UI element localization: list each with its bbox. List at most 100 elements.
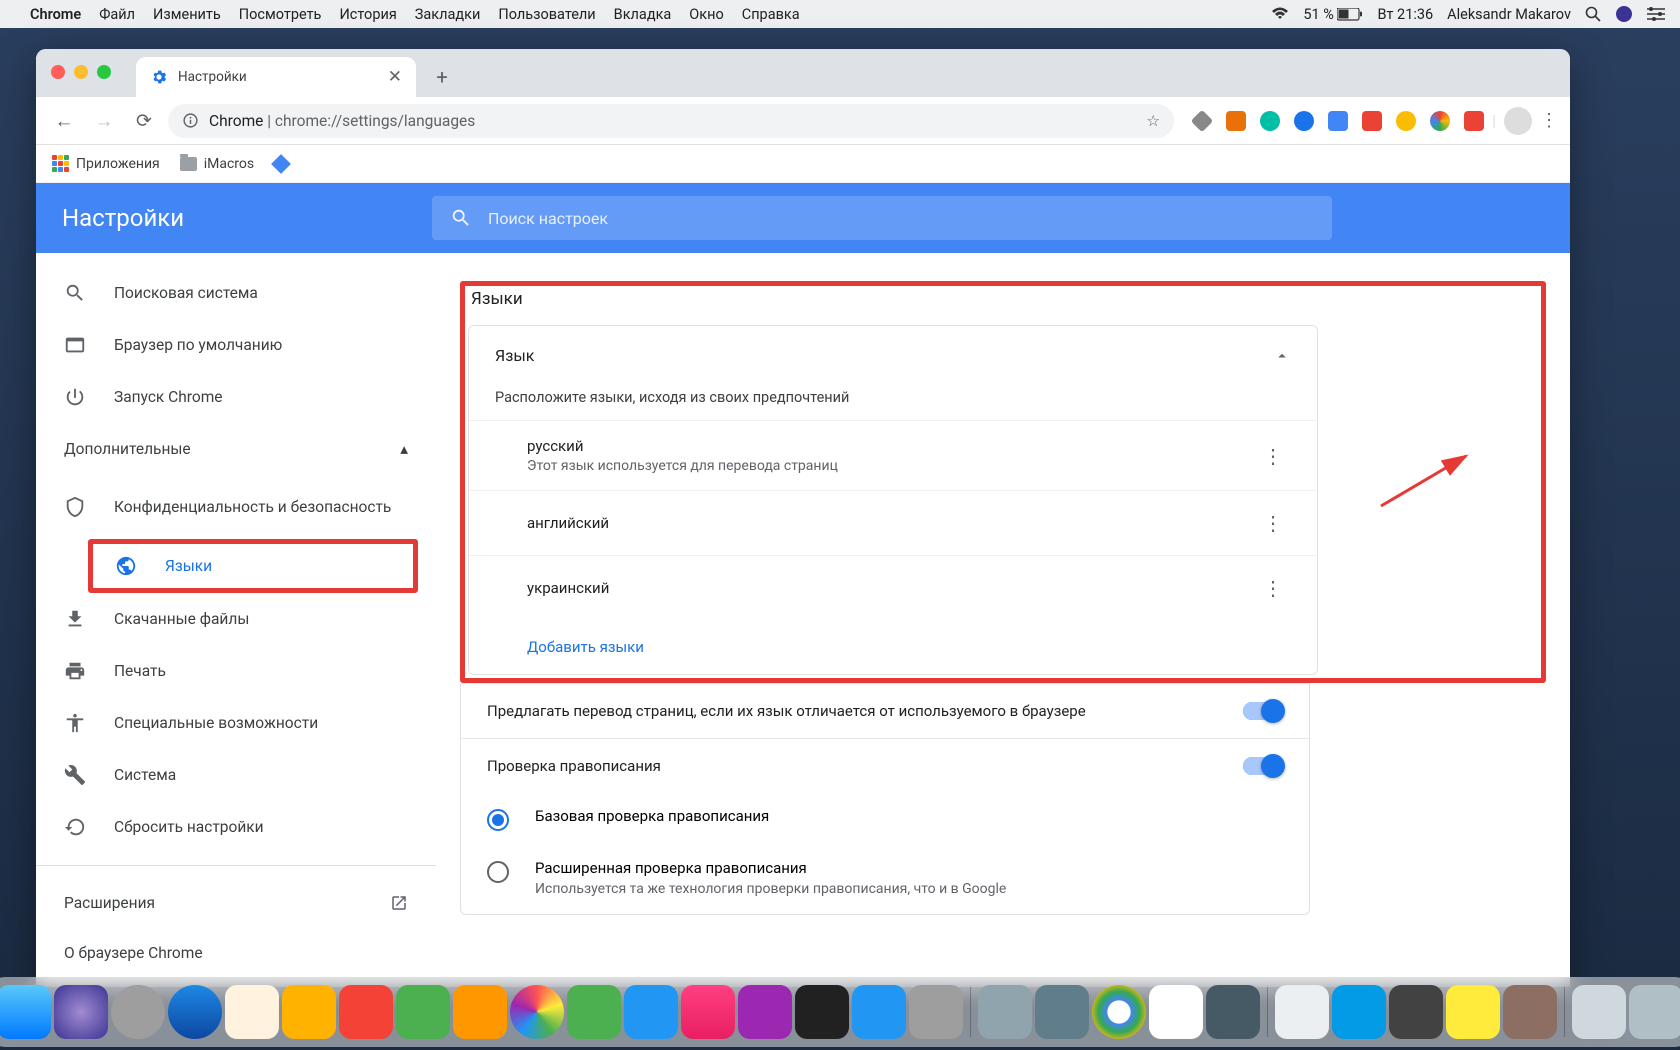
apps-shortcut[interactable]: Приложения — [52, 155, 160, 172]
menu-edit[interactable]: Изменить — [153, 6, 221, 23]
menubar-app-name[interactable]: Chrome — [30, 6, 81, 23]
extension-icon[interactable] — [1396, 111, 1416, 131]
sidebar-item-label: Сбросить настройки — [114, 818, 264, 836]
sidebar-item-default-browser[interactable]: Браузер по умолчанию — [36, 319, 436, 371]
dock-app-siri[interactable] — [54, 985, 108, 1039]
spellcheck-extended-row[interactable]: Расширенная проверка правописания Исполь… — [461, 845, 1309, 914]
spellcheck-toggle[interactable] — [1243, 757, 1283, 775]
dock-app-podcasts[interactable] — [738, 985, 792, 1039]
dock-app[interactable] — [1503, 985, 1557, 1039]
language-menu-button[interactable]: ⋮ — [1255, 507, 1291, 539]
control-center-icon[interactable] — [1647, 7, 1665, 21]
back-button[interactable]: ← — [48, 105, 80, 137]
close-window-button[interactable] — [51, 65, 65, 79]
translate-toggle[interactable] — [1243, 702, 1283, 720]
dock-app-appstore[interactable] — [852, 985, 906, 1039]
spellcheck-basic-row[interactable]: Базовая проверка правописания — [461, 793, 1309, 845]
radio-extended[interactable] — [487, 861, 509, 883]
dock-app[interactable] — [396, 985, 450, 1039]
dock-app[interactable] — [1035, 985, 1089, 1039]
sidebar-item-accessibility[interactable]: Специальные возможности — [36, 697, 436, 749]
dock-app-music[interactable] — [681, 985, 735, 1039]
bookmark-folder-imacros[interactable]: iMacros — [180, 156, 254, 172]
address-bar[interactable]: Chrome | chrome://settings/languages ☆ — [168, 104, 1174, 138]
dock-app[interactable] — [978, 985, 1032, 1039]
dock-app-notion[interactable] — [1149, 985, 1203, 1039]
extension-icon[interactable] — [1464, 111, 1484, 131]
close-tab-icon[interactable]: ✕ — [388, 67, 402, 87]
language-menu-button[interactable]: ⋮ — [1255, 572, 1291, 604]
dock-app-chrome[interactable] — [1092, 985, 1146, 1039]
language-section-header[interactable]: Язык — [469, 326, 1317, 385]
extension-icon[interactable] — [1226, 111, 1246, 131]
wifi-icon[interactable] — [1271, 7, 1289, 21]
extension-icon[interactable] — [1362, 111, 1382, 131]
radio-basic[interactable] — [487, 809, 509, 831]
chrome-menu-button[interactable]: ⋮ — [1540, 110, 1558, 131]
dock-app[interactable] — [1389, 985, 1443, 1039]
dock-app[interactable] — [282, 985, 336, 1039]
dock-downloads[interactable] — [1572, 985, 1626, 1039]
extension-icon[interactable] — [1260, 111, 1280, 131]
dock-app[interactable] — [453, 985, 507, 1039]
menubar-user[interactable]: Aleksandr Makarov — [1447, 6, 1571, 23]
dock-app-facetime[interactable] — [567, 985, 621, 1039]
reload-button[interactable]: ⟳ — [128, 105, 160, 137]
sidebar-item-extensions[interactable]: Расширения — [36, 878, 436, 928]
sidebar-item-downloads[interactable]: Скачанные файлы — [36, 593, 436, 645]
forward-button[interactable]: → — [88, 105, 120, 137]
menu-file[interactable]: Файл — [99, 6, 135, 23]
sidebar-item-print[interactable]: Печать — [36, 645, 436, 697]
menu-tab[interactable]: Вкладка — [614, 6, 672, 23]
bookmark-item[interactable] — [274, 157, 288, 171]
menu-history[interactable]: История — [339, 6, 396, 23]
dock-app[interactable] — [339, 985, 393, 1039]
sidebar-item-startup[interactable]: Запуск Chrome — [36, 371, 436, 423]
dock-app-safari[interactable] — [168, 985, 222, 1039]
dock-app[interactable] — [1332, 985, 1386, 1039]
profile-avatar[interactable] — [1504, 107, 1532, 135]
settings-search[interactable] — [432, 196, 1332, 240]
dock-app[interactable] — [624, 985, 678, 1039]
sidebar-section-advanced[interactable]: Дополнительные ▴ — [36, 423, 436, 475]
spotlight-icon[interactable] — [1585, 6, 1601, 22]
dock-app-tv[interactable] — [795, 985, 849, 1039]
menu-window[interactable]: Окно — [689, 6, 723, 23]
extension-icon[interactable] — [1328, 111, 1348, 131]
siri-icon[interactable] — [1615, 5, 1633, 23]
dock-app[interactable] — [1446, 985, 1500, 1039]
dock-app-photos[interactable] — [510, 985, 564, 1039]
settings-search-input[interactable] — [488, 209, 1314, 228]
extension-icon[interactable] — [1294, 111, 1314, 131]
language-desc: Этот язык используется для перевода стра… — [527, 458, 838, 474]
extension-icon[interactable] — [1430, 111, 1450, 131]
fullscreen-window-button[interactable] — [97, 65, 111, 79]
sidebar-item-privacy[interactable]: Конфиденциальность и безопасность — [36, 475, 436, 539]
tab-settings[interactable]: Настройки ✕ — [136, 57, 416, 97]
extension-icon[interactable] — [1191, 109, 1214, 132]
sidebar-item-search-engine[interactable]: Поисковая система — [36, 267, 436, 319]
sidebar-item-about[interactable]: О браузере Chrome — [36, 928, 436, 978]
language-menu-button[interactable]: ⋮ — [1255, 440, 1291, 472]
sidebar-item-reset[interactable]: Сбросить настройки — [36, 801, 436, 853]
menu-view[interactable]: Посмотреть — [239, 6, 322, 23]
new-tab-button[interactable]: + — [426, 61, 458, 93]
dock-app-launchpad[interactable] — [111, 985, 165, 1039]
sidebar-item-languages[interactable]: Языки — [93, 544, 413, 588]
site-info-icon[interactable] — [182, 112, 199, 129]
bookmark-star-icon[interactable]: ☆ — [1146, 112, 1160, 130]
battery-status[interactable]: 51 % — [1303, 6, 1363, 23]
dock-app[interactable] — [225, 985, 279, 1039]
menubar-datetime[interactable]: Вт 21:36 — [1377, 6, 1433, 23]
add-language-button[interactable]: Добавить языки — [469, 620, 1317, 674]
dock-trash[interactable] — [1629, 985, 1680, 1039]
dock-app-finder[interactable] — [0, 985, 51, 1039]
dock-app[interactable] — [1206, 985, 1260, 1039]
menu-bookmarks[interactable]: Закладки — [415, 6, 481, 23]
minimize-window-button[interactable] — [74, 65, 88, 79]
dock-app-settings[interactable] — [909, 985, 963, 1039]
menu-users[interactable]: Пользователи — [498, 6, 595, 23]
dock-app[interactable] — [1275, 985, 1329, 1039]
menu-help[interactable]: Справка — [742, 6, 800, 23]
sidebar-item-system[interactable]: Система — [36, 749, 436, 801]
